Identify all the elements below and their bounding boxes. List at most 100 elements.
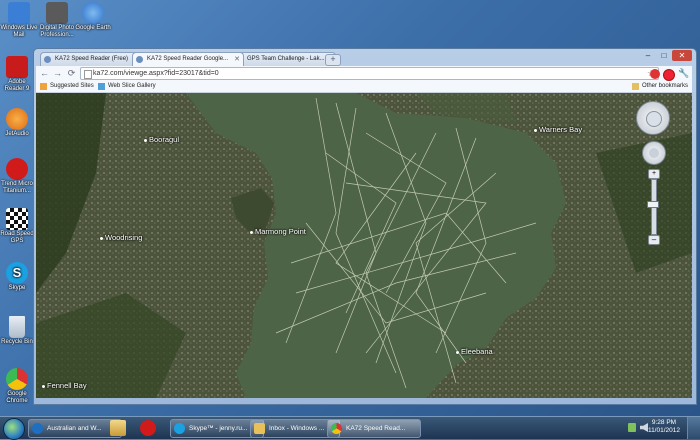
skype-icon: S [6,262,28,284]
show-desktop-button[interactable] [687,417,700,439]
forward-button[interactable]: → [52,68,63,79]
satellite-map[interactable]: Booragul Warners Bay Woodrising Marmong … [36,93,692,398]
tab-label: GPS Team Challenge - Lak... [247,56,325,62]
place-name: Marmong Point [255,227,306,236]
tab-label: KA72 Speed Reader Google... [147,56,229,62]
address-bar[interactable]: ka72.com/viewge.aspx?fid=23017&tid=0 ☆ [80,67,659,80]
taskbar-button-label: KA72 Speed Read... [346,425,406,432]
taskbar-button-chrome[interactable]: KA72 Speed Read... [327,419,421,438]
clock-time: 9:28 PM [651,419,677,426]
place-name: Eleebana [461,347,493,356]
bookmark-web-slice-gallery[interactable]: Web Slice Gallery [98,81,156,92]
desktop-icon-label: JetAudio [5,131,29,137]
minimize-button[interactable]: – [640,50,656,61]
desktop-icon-skype[interactable]: S Skype [0,262,36,292]
zoom-in-button[interactable]: + [648,169,660,179]
place-name: Woodrising [105,233,143,242]
taskbar-button-label: Australian and W... [47,425,102,432]
audio-icon [6,108,28,130]
bookmark-label: Suggested Sites [50,83,94,89]
checkered-flag-icon [6,208,28,230]
bookmark-label: Other bookmarks [642,83,689,89]
close-window-button[interactable]: ✕ [672,50,692,61]
close-tab-icon[interactable]: ✕ [234,53,240,66]
clock-date: 11/01/2012 [647,427,680,434]
tab-speed-reader-free[interactable]: KA72 Speed Reader (Free) ✕ [40,52,144,66]
taskbar-button-ie[interactable]: Australian and W... [28,419,122,438]
desktop-icon-label: Skype [8,285,26,291]
place-dot [42,384,45,388]
place-label-fennell-bay: Fennell Bay [42,381,87,390]
wrench-menu-icon[interactable]: 🔧 [678,68,689,79]
place-name: Booragul [149,135,180,144]
new-tab-button[interactable]: + [325,54,341,66]
desktop-icon-road-speed-gps[interactable]: Road Speed GPS [0,208,36,245]
maximize-button[interactable]: □ [657,50,671,61]
tab-speed-reader-google[interactable]: KA72 Speed Reader Google... ✕ [132,52,244,66]
place-name: Fennell Bay [47,381,87,390]
desktop-icon-google-earth[interactable]: Google Earth [74,2,112,32]
place-dot [144,138,147,142]
folder-icon [632,83,639,90]
internet-explorer-icon [32,423,43,434]
suggested-sites-icon [40,83,47,90]
back-button[interactable]: ← [39,68,50,79]
desktop-icon-google-chrome[interactable]: Google Chrome [0,368,36,405]
place-dot [534,128,537,132]
browser-window: KA72 Speed Reader (Free) ✕ KA72 Speed Re… [33,48,697,405]
place-dot [456,350,459,354]
shield-icon [6,158,28,180]
desktop-icon-trend-micro[interactable]: Trend Micro Titanium... [0,158,36,195]
bookmarks-bar: Suggested Sites Web Slice Gallery Other … [36,81,692,93]
mail-icon [8,2,30,24]
chrome-icon [331,423,342,434]
desktop-icon-label: Windows Live Mail [0,25,38,38]
folder-icon[interactable] [110,420,126,436]
look-around-control[interactable] [636,101,670,135]
place-label-warners-bay: Warners Bay [534,125,582,134]
web-slice-icon [98,83,105,90]
pdf-icon [6,56,28,78]
tab-label: KA72 Speed Reader (Free) [55,56,129,62]
page-favicon-icon [44,56,51,63]
bookmark-label: Web Slice Gallery [108,83,156,89]
tab-gps-team-challenge[interactable]: GPS Team Challenge - Lak... ✕ [232,52,336,66]
desktop-icon-label: Google Chrome [6,391,28,404]
compass-arrows-icon [646,111,662,127]
page-icon [84,70,92,79]
zoom-slider-handle[interactable] [647,201,659,208]
antivirus-icon[interactable] [140,420,156,436]
mail-icon [254,423,265,434]
place-label-woodrising: Woodrising [100,233,142,242]
taskbar: Australian and W... Skype™ - jenny.ru...… [0,416,700,440]
desktop-icon-digital-photo[interactable]: Digital Photo Profession... [38,2,76,39]
taskbar-button-label: Inbox - Windows ... [269,425,325,432]
place-name: Warners Bay [539,125,583,134]
start-button[interactable] [3,418,25,440]
extension-icon[interactable] [663,69,675,81]
bookmark-other[interactable]: Other bookmarks [632,81,688,92]
bookmark-suggested-sites[interactable]: Suggested Sites [40,81,94,92]
move-control[interactable] [642,141,666,165]
place-label-eleebana: Eleebana [456,347,493,356]
desktop-icon-adobe-reader[interactable]: Adobe Reader 9 [0,56,36,93]
tray-icon[interactable] [628,423,636,432]
desktop-icon-recycle-bin[interactable]: Recycle Bin [0,316,36,346]
zoom-out-button[interactable]: – [648,235,660,245]
desktop-icon-label: Google Earth [75,25,111,31]
reload-button[interactable]: ⟳ [66,68,77,79]
system-clock[interactable]: 9:28 PM 11/01/2012 [648,419,680,435]
chrome-icon [6,368,28,390]
desktop-icon-label: Road Speed GPS [0,231,34,244]
skype-icon [174,423,185,434]
place-dot [250,230,253,234]
place-dot [100,236,103,240]
volume-icon[interactable] [640,423,648,432]
desktop-icon-jetaudio[interactable]: JetAudio [0,108,36,138]
browser-toolbar: ← → ⟳ ka72.com/viewge.aspx?fid=23017&tid… [36,66,692,81]
extension-icon[interactable] [650,69,660,79]
desktop-icon-label: Trend Micro Titanium... [1,181,33,194]
desktop-icon-label: Adobe Reader 9 [4,79,30,92]
desktop-icon-windows-live-mail[interactable]: Windows Live Mail [0,2,38,39]
desktop-icon-label: Digital Photo Profession... [39,25,75,38]
